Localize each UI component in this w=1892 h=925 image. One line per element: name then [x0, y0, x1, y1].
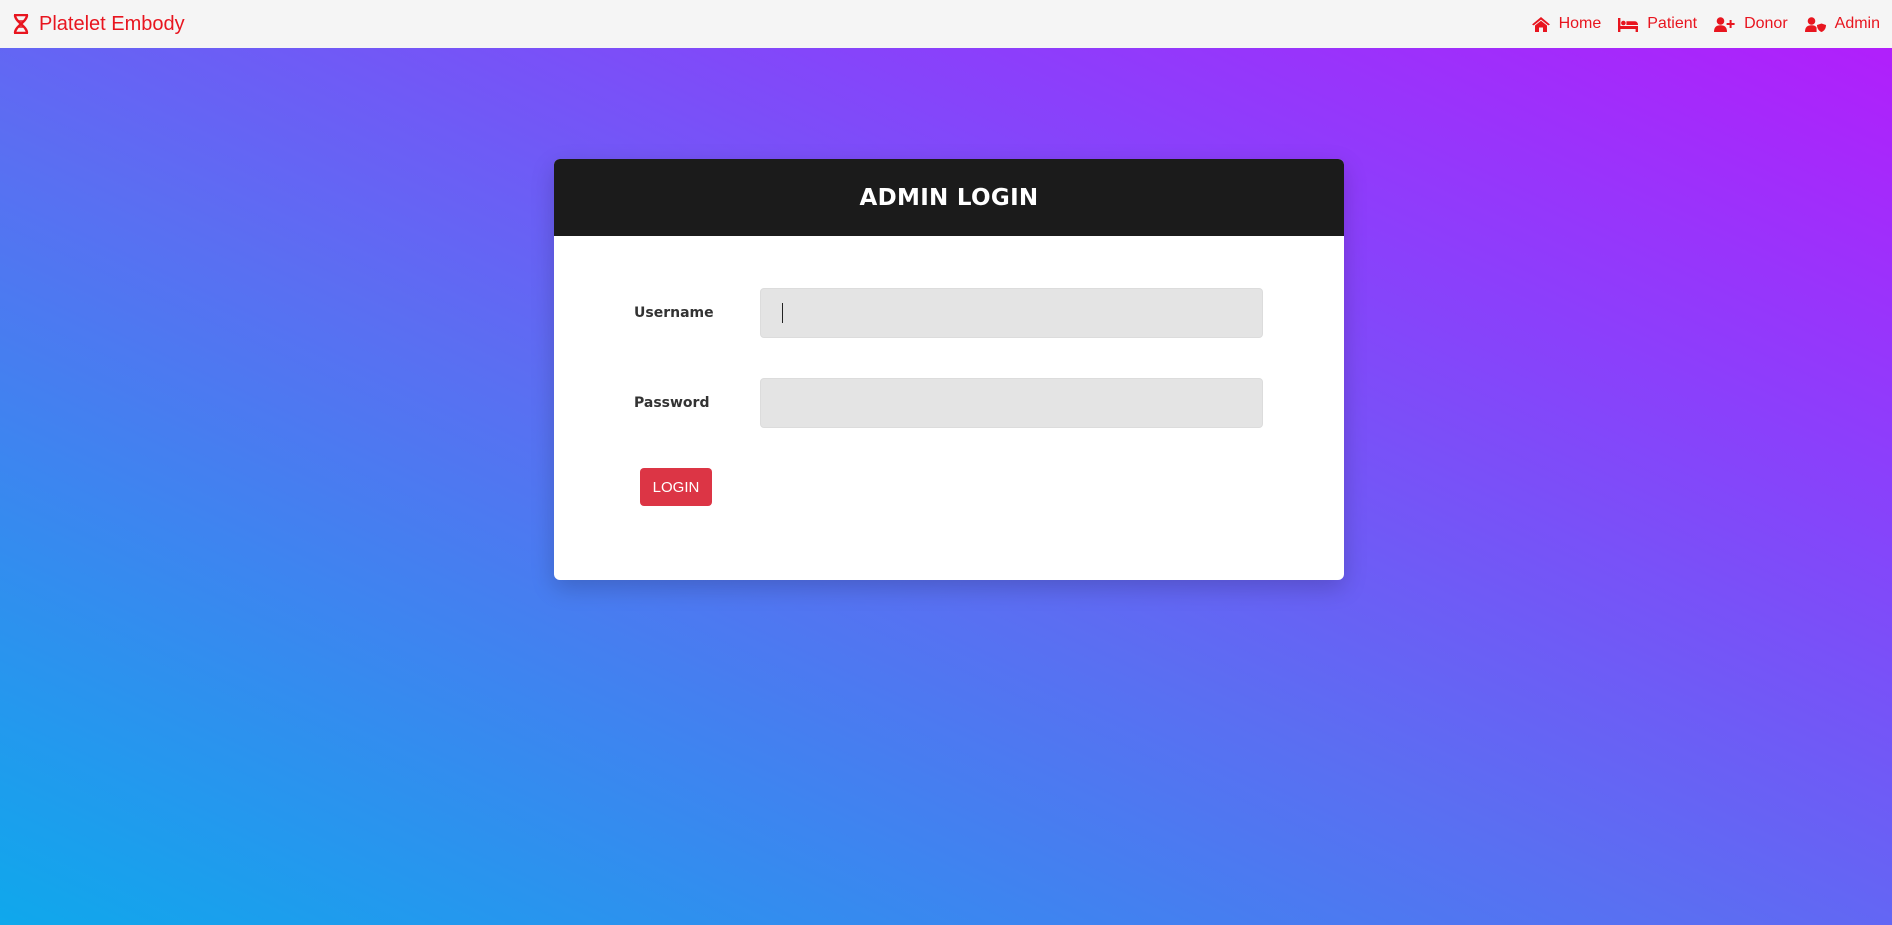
nav-admin-label: Admin [1834, 15, 1880, 32]
username-input[interactable] [760, 288, 1263, 338]
nav-home-label: Home [1558, 15, 1602, 32]
login-card: ADMIN LOGIN Username Password LOGIN [554, 159, 1344, 580]
password-input[interactable] [760, 378, 1263, 428]
nav-donor-label: Donor [1744, 15, 1788, 32]
nav-donor[interactable]: Donor [1714, 15, 1788, 33]
brand-name: Platelet Embody [39, 12, 185, 35]
navbar: Platelet Embody Home Patient Donor Admin [0, 0, 1892, 48]
password-row: Password [634, 378, 1263, 428]
username-label: Username [634, 305, 714, 321]
home-icon [1531, 16, 1550, 32]
login-button[interactable]: LOGIN [640, 468, 712, 506]
login-title: ADMIN LOGIN [859, 184, 1039, 211]
nav-admin[interactable]: Admin [1804, 15, 1880, 33]
username-row: Username [634, 288, 1263, 338]
nav-home[interactable]: Home [1531, 15, 1602, 33]
brand-link[interactable]: Platelet Embody [12, 13, 185, 36]
user-plus-icon [1714, 16, 1735, 32]
dna-icon [13, 14, 29, 34]
nav-patient-label: Patient [1647, 15, 1698, 32]
bed-icon [1618, 17, 1639, 32]
text-caret [782, 303, 783, 323]
password-label: Password [634, 395, 710, 411]
user-shield-icon [1804, 16, 1826, 32]
nav-patient[interactable]: Patient [1618, 15, 1697, 33]
username-input-wrap [760, 288, 1263, 338]
nav-links: Home Patient Donor Admin [1515, 15, 1880, 33]
login-card-header: ADMIN LOGIN [554, 159, 1344, 236]
